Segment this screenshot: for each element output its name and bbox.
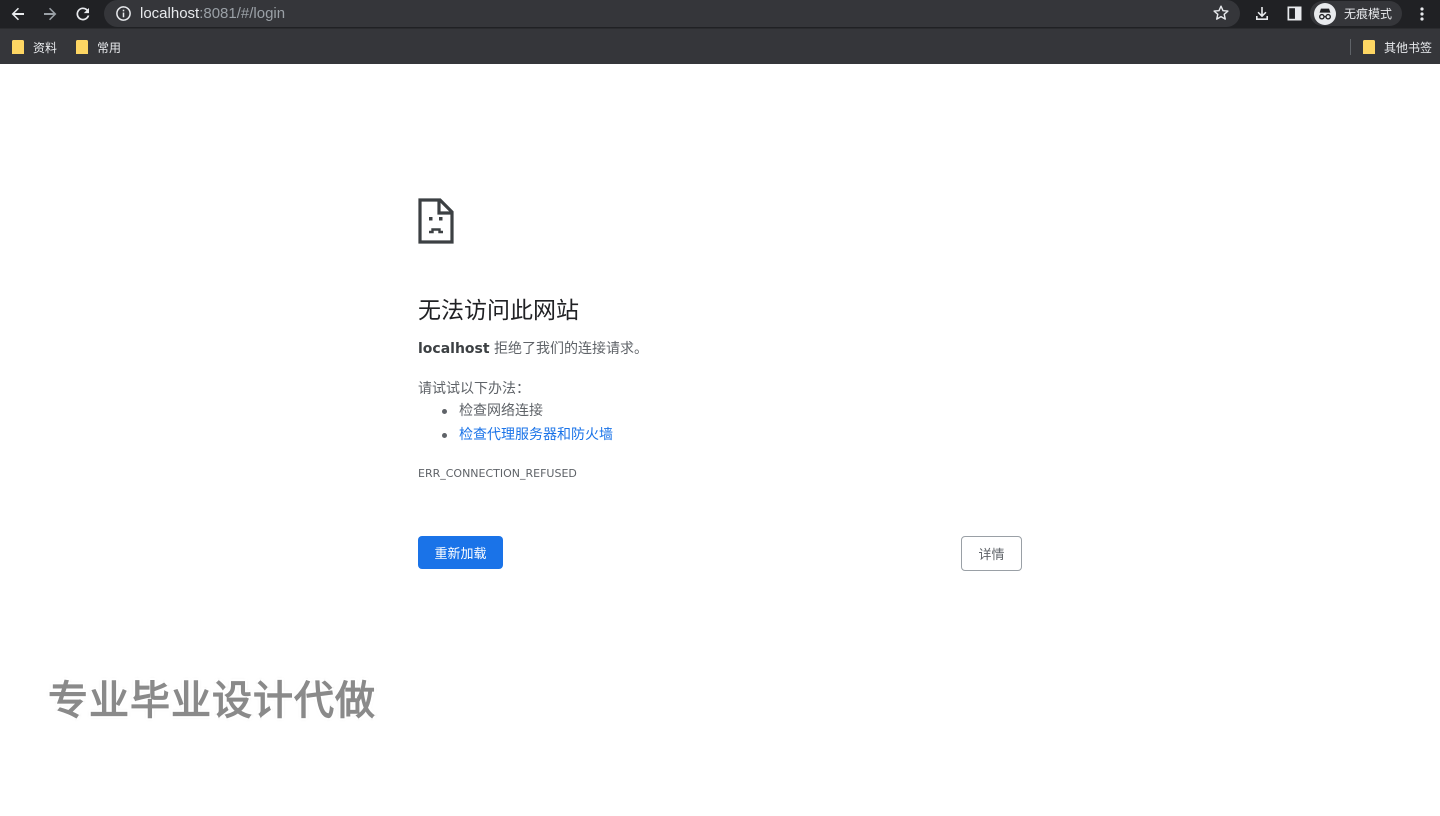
side-panel-icon: [1287, 6, 1301, 21]
suggestions-list: 检查网络连接 检查代理服务器和防火墙: [441, 399, 613, 447]
bookmark-label: 其他书签: [1384, 40, 1433, 55]
watermark-text: 专业毕业设计代做: [48, 678, 376, 724]
error-host: localhost: [418, 341, 490, 357]
reload-button[interactable]: [70, 1, 96, 27]
forward-button[interactable]: [37, 1, 63, 27]
folder-icon: [1363, 40, 1375, 54]
suggestions-heading: 请试试以下办法：: [418, 381, 530, 397]
arrow-right-icon: [44, 7, 57, 21]
bookmark-folder-changyong[interactable]: 常用: [76, 38, 121, 56]
details-button[interactable]: 详情: [961, 536, 1022, 571]
error-code: ERR_CONNECTION_REFUSED: [418, 467, 577, 480]
bookmark-folder-other[interactable]: 其他书签: [1363, 38, 1432, 56]
browser-toolbar: localhost:8081/#/login 无痕模式: [0, 0, 1440, 28]
info-icon[interactable]: [114, 5, 132, 23]
bookmark-label: 常用: [97, 40, 122, 55]
kebab-menu-icon: [1420, 6, 1424, 21]
bookmark-label: 资料: [33, 40, 58, 55]
sad-page-icon: [418, 198, 454, 244]
back-button[interactable]: [5, 1, 31, 27]
incognito-label: 无痕模式: [1344, 7, 1393, 21]
error-title: 无法访问此网站: [418, 298, 579, 324]
download-icon: [1256, 6, 1268, 20]
menu-button[interactable]: [1412, 0, 1432, 27]
url-path: :8081/#/login: [199, 5, 286, 22]
error-message-text: 拒绝了我们的连接请求。: [489, 341, 649, 357]
error-page: 无法访问此网站 localhost 拒绝了我们的连接请求。 请试试以下办法： 检…: [418, 198, 1022, 571]
bookmark-folder-ziliao[interactable]: 资料: [12, 38, 57, 56]
side-panel-button[interactable]: [1283, 0, 1305, 27]
incognito-icon: [1314, 2, 1336, 25]
star-icon[interactable]: [1212, 4, 1230, 22]
address-bar[interactable]: localhost:8081/#/login: [104, 0, 1240, 27]
folder-icon: [76, 40, 88, 54]
error-message: localhost 拒绝了我们的连接请求。: [418, 338, 648, 358]
reload-page-button[interactable]: 重新加载: [418, 536, 503, 569]
reload-icon: [76, 7, 90, 21]
url-host: localhost: [140, 5, 200, 22]
suggestion-check-network: 检查网络连接: [441, 399, 613, 423]
download-button[interactable]: [1251, 0, 1273, 27]
incognito-indicator[interactable]: 无痕模式: [1310, 1, 1402, 26]
bookmarks-bar: 资料 常用 其他书签: [0, 28, 1440, 64]
suggestion-check-proxy-link[interactable]: 检查代理服务器和防火墙: [441, 423, 613, 447]
arrow-left-icon: [11, 7, 24, 21]
bookmarks-separator: [1350, 39, 1351, 55]
url-text: localhost:8081/#/login: [140, 5, 285, 22]
folder-icon: [12, 40, 24, 54]
